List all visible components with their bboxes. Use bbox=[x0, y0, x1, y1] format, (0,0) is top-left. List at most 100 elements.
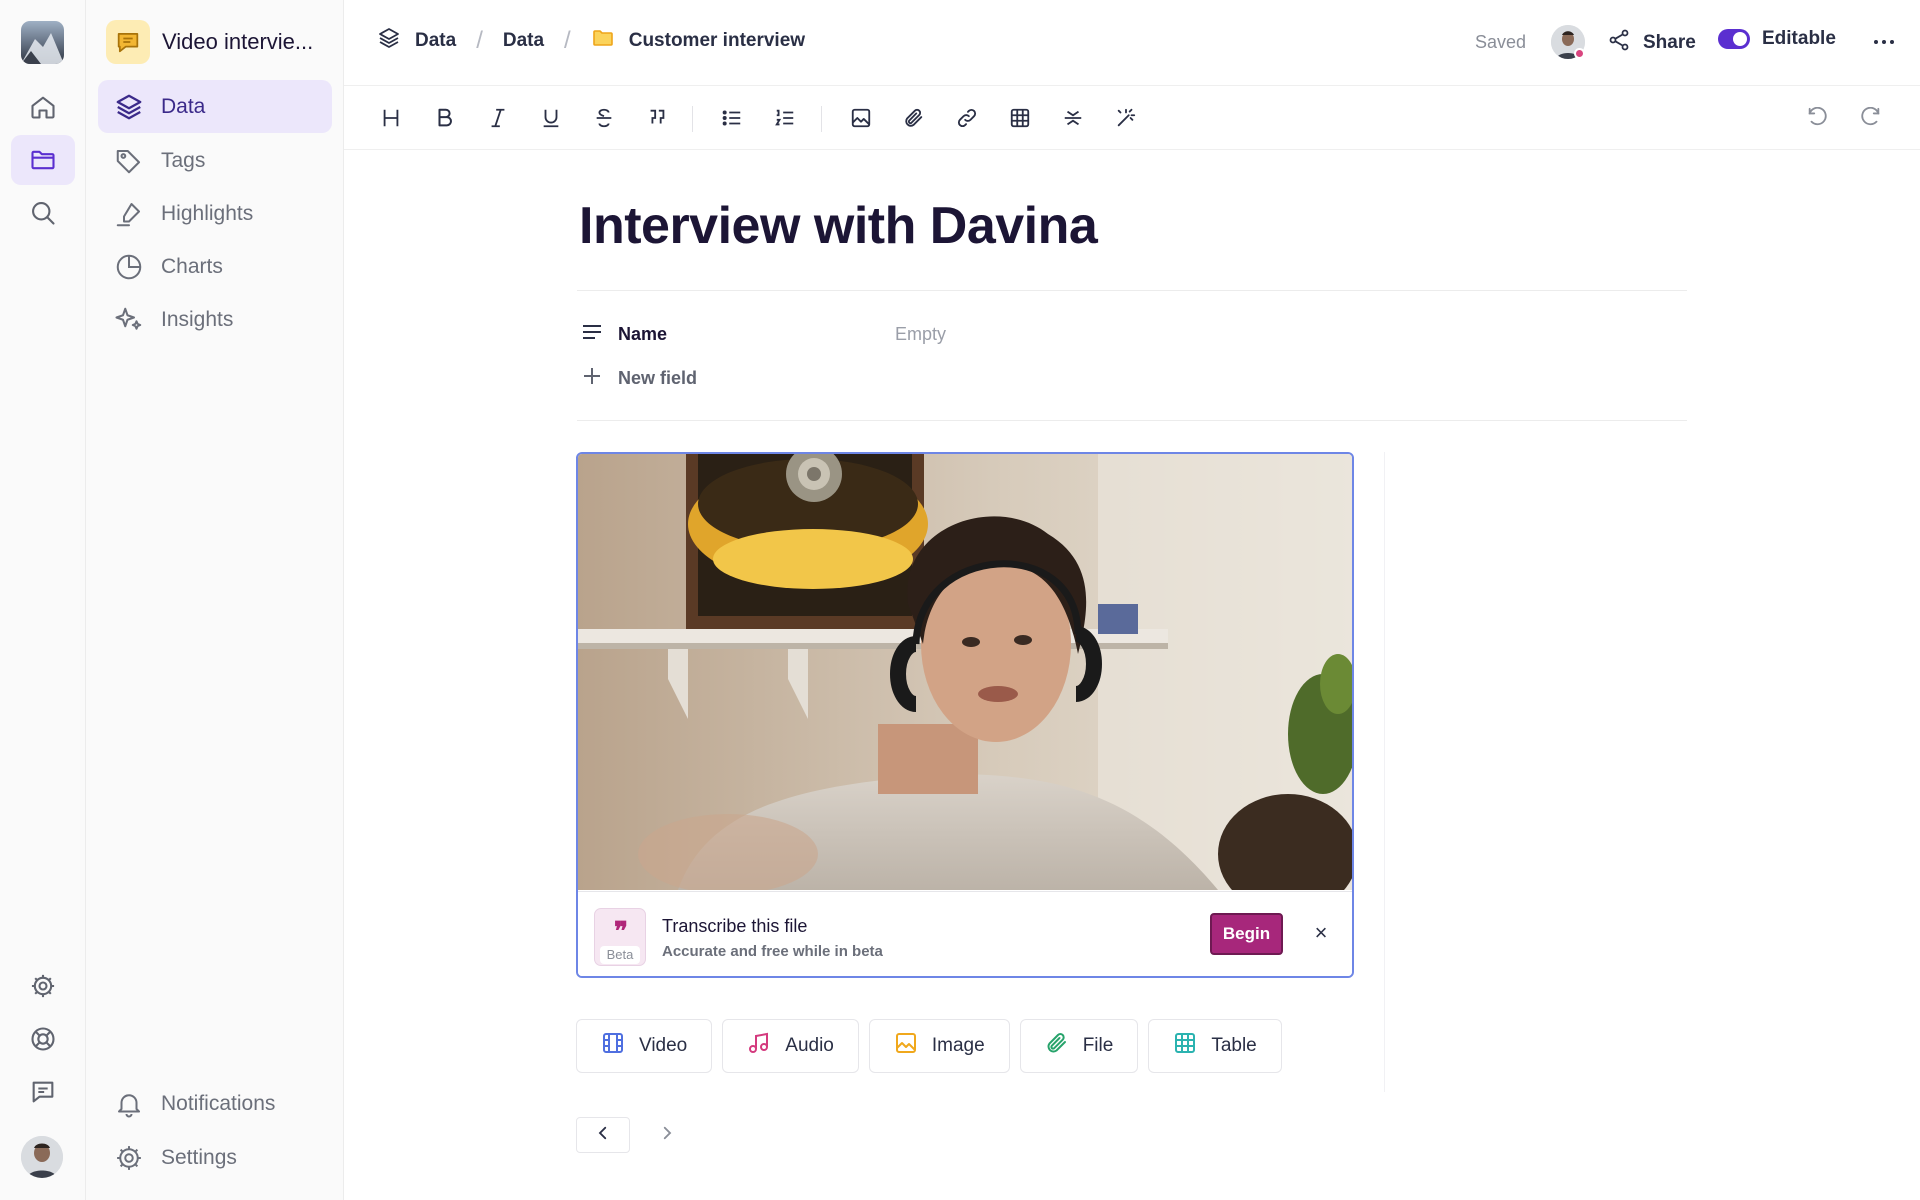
transcribe-quote-icon: ❞ Beta bbox=[594, 908, 646, 966]
table-icon bbox=[1173, 1031, 1197, 1061]
editable-toggle[interactable]: Editable bbox=[1718, 28, 1836, 50]
next-page-button[interactable] bbox=[640, 1117, 694, 1153]
breadcrumb-separator: / bbox=[476, 27, 483, 54]
previous-page-button[interactable] bbox=[576, 1117, 630, 1153]
bold-icon[interactable] bbox=[428, 101, 462, 135]
text-lines-icon bbox=[580, 320, 604, 349]
insert-image-button[interactable]: Image bbox=[868, 1019, 1010, 1073]
link-icon[interactable] bbox=[950, 101, 984, 135]
search-icon[interactable] bbox=[11, 188, 75, 238]
property-value[interactable]: Empty bbox=[895, 324, 946, 345]
insert-file-button[interactable]: File bbox=[1019, 1019, 1139, 1073]
plus-icon bbox=[580, 364, 604, 393]
more-options-icon[interactable] bbox=[1868, 26, 1900, 58]
divider bbox=[577, 290, 1687, 291]
divider bbox=[577, 420, 1687, 421]
beta-badge: Beta bbox=[600, 946, 640, 964]
begin-transcription-button[interactable]: Begin bbox=[1210, 913, 1283, 955]
insert-video-button[interactable]: Video bbox=[576, 1019, 713, 1073]
user-avatar[interactable] bbox=[21, 1136, 63, 1178]
gear-icon[interactable] bbox=[11, 961, 75, 1011]
chat-icon[interactable] bbox=[11, 1067, 75, 1117]
image-icon bbox=[894, 1031, 918, 1061]
sidebar-item-label: Tags bbox=[161, 148, 206, 172]
bell-icon bbox=[113, 1088, 145, 1120]
share-button[interactable]: Share bbox=[1607, 28, 1696, 58]
property-label: Name bbox=[618, 324, 668, 344]
editor-toolbar bbox=[344, 86, 1920, 150]
image-icon[interactable] bbox=[844, 101, 878, 135]
italic-icon[interactable] bbox=[481, 101, 515, 135]
chevron-left-icon bbox=[594, 1124, 612, 1147]
top-bar: Data / Data / Customer interview Saved S… bbox=[344, 0, 1920, 86]
page-title[interactable]: Interview with Davina bbox=[579, 196, 1098, 256]
sidebar-item-notifications[interactable]: Notifications bbox=[98, 1077, 332, 1130]
speech-bubble-icon bbox=[106, 20, 150, 64]
workspace-logo[interactable] bbox=[21, 21, 64, 64]
property-row-name[interactable]: Name Empty bbox=[580, 320, 946, 349]
divider-icon[interactable] bbox=[1056, 101, 1090, 135]
attachment-icon[interactable] bbox=[897, 101, 931, 135]
breadcrumb-item-data[interactable]: Data bbox=[503, 30, 544, 52]
strikethrough-icon[interactable] bbox=[587, 101, 621, 135]
sidebar-item-label: Data bbox=[161, 94, 206, 118]
sidebar: Video intervie... Data Tags Highlights C… bbox=[86, 0, 344, 1200]
gear-icon bbox=[113, 1142, 145, 1174]
save-status: Saved bbox=[1475, 32, 1527, 52]
bullet-list-icon[interactable] bbox=[715, 101, 749, 135]
sidebar-item-label: Settings bbox=[161, 1145, 237, 1169]
breadcrumb: Data / Data / Customer interview bbox=[377, 26, 805, 56]
layers-icon bbox=[113, 91, 145, 123]
insert-table-button[interactable]: Table bbox=[1148, 1019, 1282, 1073]
transcribe-banner: ❞ Beta Transcribe this file Accurate and… bbox=[578, 891, 1352, 976]
breadcrumb-separator: / bbox=[564, 27, 571, 54]
sparkles-icon bbox=[113, 304, 145, 336]
insert-audio-button[interactable]: Audio bbox=[722, 1019, 859, 1073]
underline-icon[interactable] bbox=[534, 101, 568, 135]
tags-icon bbox=[113, 145, 145, 177]
project-name: Video intervie... bbox=[162, 29, 314, 54]
home-icon[interactable] bbox=[11, 82, 75, 132]
column-guide bbox=[1384, 452, 1385, 1092]
sidebar-item-settings[interactable]: Settings bbox=[98, 1131, 332, 1184]
transcribe-title: Transcribe this file bbox=[662, 916, 808, 936]
toolbar-divider bbox=[821, 106, 822, 132]
table-icon[interactable] bbox=[1003, 101, 1037, 135]
sidebar-item-tags[interactable]: Tags bbox=[98, 134, 332, 187]
sidebar-item-label: Highlights bbox=[161, 201, 254, 225]
breadcrumb-item-customer-interview[interactable]: Customer interview bbox=[591, 26, 805, 56]
breadcrumb-item-data-root[interactable]: Data bbox=[377, 26, 456, 56]
highlighter-icon bbox=[113, 198, 145, 230]
sidebar-item-label: Charts bbox=[161, 254, 223, 278]
numbered-list-icon[interactable] bbox=[768, 101, 802, 135]
toggle-switch[interactable] bbox=[1718, 29, 1750, 49]
chevron-right-icon bbox=[658, 1124, 676, 1147]
magic-wand-icon[interactable] bbox=[1109, 101, 1143, 135]
new-field-button[interactable]: New field bbox=[580, 364, 697, 393]
toolbar-divider bbox=[692, 106, 693, 132]
video-player[interactable] bbox=[578, 454, 1352, 890]
help-lifebuoy-icon[interactable] bbox=[11, 1014, 75, 1064]
sidebar-item-insights[interactable]: Insights bbox=[98, 293, 332, 346]
app-rail bbox=[0, 0, 86, 1200]
layers-icon bbox=[377, 26, 401, 56]
presence-indicator bbox=[1574, 48, 1585, 59]
transcribe-subtitle: Accurate and free while in beta bbox=[662, 943, 883, 960]
sidebar-item-label: Insights bbox=[161, 307, 234, 331]
folder-icon bbox=[591, 26, 615, 56]
folder-icon[interactable] bbox=[11, 135, 75, 185]
insert-media-buttons: Video Audio Image File Table bbox=[576, 1019, 1282, 1073]
sidebar-item-data[interactable]: Data bbox=[98, 80, 332, 133]
share-icon bbox=[1607, 28, 1631, 58]
project-header[interactable]: Video intervie... bbox=[106, 20, 313, 64]
undo-icon[interactable] bbox=[1800, 101, 1834, 135]
sidebar-item-label: Notifications bbox=[161, 1091, 276, 1115]
close-icon[interactable]: × bbox=[1308, 920, 1334, 946]
music-icon bbox=[747, 1031, 771, 1061]
video-block[interactable]: ❞ Beta Transcribe this file Accurate and… bbox=[576, 452, 1354, 978]
quote-icon[interactable] bbox=[640, 101, 674, 135]
redo-icon[interactable] bbox=[1854, 101, 1888, 135]
sidebar-item-highlights[interactable]: Highlights bbox=[98, 187, 332, 240]
sidebar-item-charts[interactable]: Charts bbox=[98, 240, 332, 293]
heading-icon[interactable] bbox=[374, 101, 408, 135]
